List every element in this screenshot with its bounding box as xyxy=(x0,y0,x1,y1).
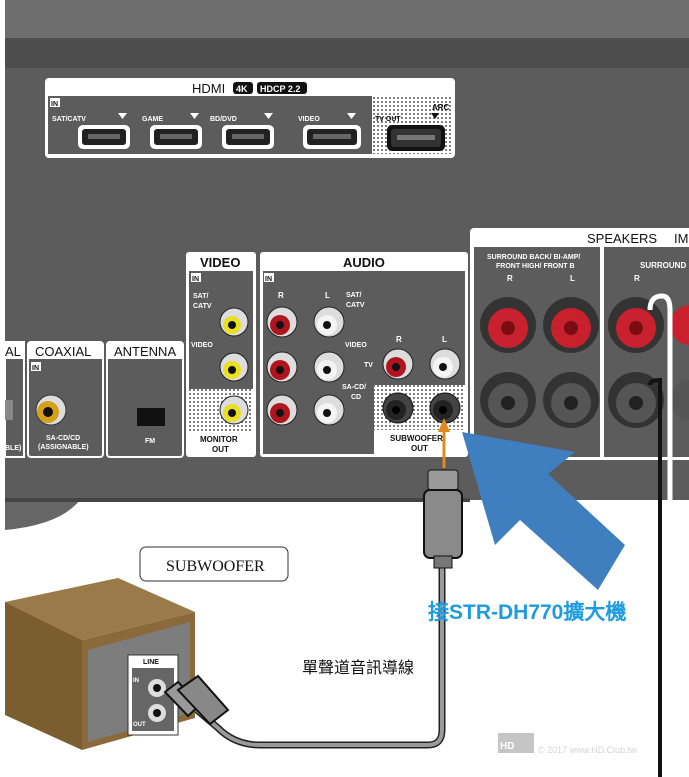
speakers-r: R xyxy=(507,274,513,283)
video-title: VIDEO xyxy=(200,255,240,270)
optical_partial-title: AL xyxy=(5,344,21,359)
audio-tv: TV xyxy=(364,362,373,369)
hdmi-title: HDMI xyxy=(192,81,225,96)
coaxial-line2: (ASSIGNABLE) xyxy=(38,444,89,451)
audio-l: L xyxy=(442,335,447,344)
connection-diagram: HDMI 4K HDCP 2.2 IN SAT/CATV GAME BD/DVD… xyxy=(0,0,689,777)
antenna-title: ANTENNA xyxy=(114,344,176,359)
audio-video: VIDEO xyxy=(345,342,367,349)
svg-text:HD: HD xyxy=(500,741,514,752)
audio-sub1: SUBWOOFER xyxy=(390,434,443,443)
video-section: VIDEO IN SAT/ CATV VIDEO MONITOR OUT xyxy=(186,252,256,457)
hdmi-tv_out: TV OUT xyxy=(375,116,401,123)
audio-r: R xyxy=(396,335,402,344)
audio-title: AUDIO xyxy=(343,255,385,270)
video-sat1: SAT/ xyxy=(193,293,208,300)
receiver-top xyxy=(0,0,689,40)
audio-section: AUDIO IN R L SAT/ CATV VIDEO TV SA-CD/ C… xyxy=(260,252,468,457)
speakers-group1_line2: FRONT HIGH/ FRONT B xyxy=(496,263,575,270)
optical_partial-sub: BLE) xyxy=(5,445,21,452)
audio-sub2: OUT xyxy=(411,444,428,453)
audio-sacd1: SA-CD/ xyxy=(342,384,366,391)
watermark: HD © 2017 www.HD.Club.tw xyxy=(498,733,637,755)
fm-antenna-jack xyxy=(137,408,165,426)
hdmi-badge_4k: 4K xyxy=(236,84,248,94)
coaxial-line1: SA-CD/CD xyxy=(46,435,80,442)
hdmi-inputs-3: VIDEO xyxy=(298,116,320,123)
speakers-group1_line1: SURROUND BACK/ BI-AMP/ xyxy=(487,254,580,261)
video-sat2: CATV xyxy=(193,303,212,310)
hdmi-in_label: IN xyxy=(51,101,58,108)
subwoofer-in: IN xyxy=(133,678,139,684)
hdmi-inputs-2: BD/DVD xyxy=(210,116,237,123)
rca-jack-yellow xyxy=(219,307,249,425)
speakers-group2: SURROUND xyxy=(640,261,686,270)
hdmi-inputs-0: SAT/CATV xyxy=(52,116,86,123)
hdmi-inputs-1: GAME xyxy=(142,116,163,123)
connect-annotation: 接STR-DH770擴大機 xyxy=(428,600,626,624)
hdmi-section: HDMI 4K HDCP 2.2 IN SAT/CATV GAME BD/DVD… xyxy=(45,78,455,158)
speakers-imp: IM xyxy=(674,231,688,246)
rca-plug-top xyxy=(423,469,463,569)
audio-in_label: IN xyxy=(265,276,272,283)
mono-audio-cable xyxy=(182,565,446,749)
hdmi-badge_hdcp: HDCP 2.2 xyxy=(260,84,300,94)
video-video: VIDEO xyxy=(191,342,213,349)
audio-r: R xyxy=(278,291,284,300)
cable-annotation: 單聲道音訊導線 xyxy=(302,658,414,677)
speakers-title: SPEAKERS xyxy=(587,231,657,246)
audio-sat2: CATV xyxy=(346,302,365,309)
speakers-l: L xyxy=(570,274,575,283)
speakers-r: R xyxy=(634,274,640,283)
coaxial-in_label: IN xyxy=(32,365,39,372)
coaxial-title: COAXIAL xyxy=(35,344,91,359)
video-monitor2: OUT xyxy=(212,445,229,454)
watermark-text: © 2017 www.HD.Club.tw xyxy=(538,745,637,755)
hdmi-arc: ARC xyxy=(432,103,450,112)
audio-sacd2: CD xyxy=(351,394,361,401)
subwoofer-line: LINE xyxy=(143,659,159,666)
antenna-fm: FM xyxy=(145,438,155,445)
video-monitor1: MONITOR xyxy=(200,435,238,444)
subwoofer-label: SUBWOOFER xyxy=(166,558,265,575)
audio-sat1: SAT/ xyxy=(346,292,361,299)
audio-l: L xyxy=(325,291,330,300)
subwoofer-out: OUT xyxy=(133,722,146,728)
speakers-section: SPEAKERS IM SURROUND BACK/ BI-AMP/ FRONT… xyxy=(470,228,689,460)
video-in_label: IN xyxy=(192,276,199,283)
subwoofer-box: LINE IN OUT xyxy=(5,578,195,750)
